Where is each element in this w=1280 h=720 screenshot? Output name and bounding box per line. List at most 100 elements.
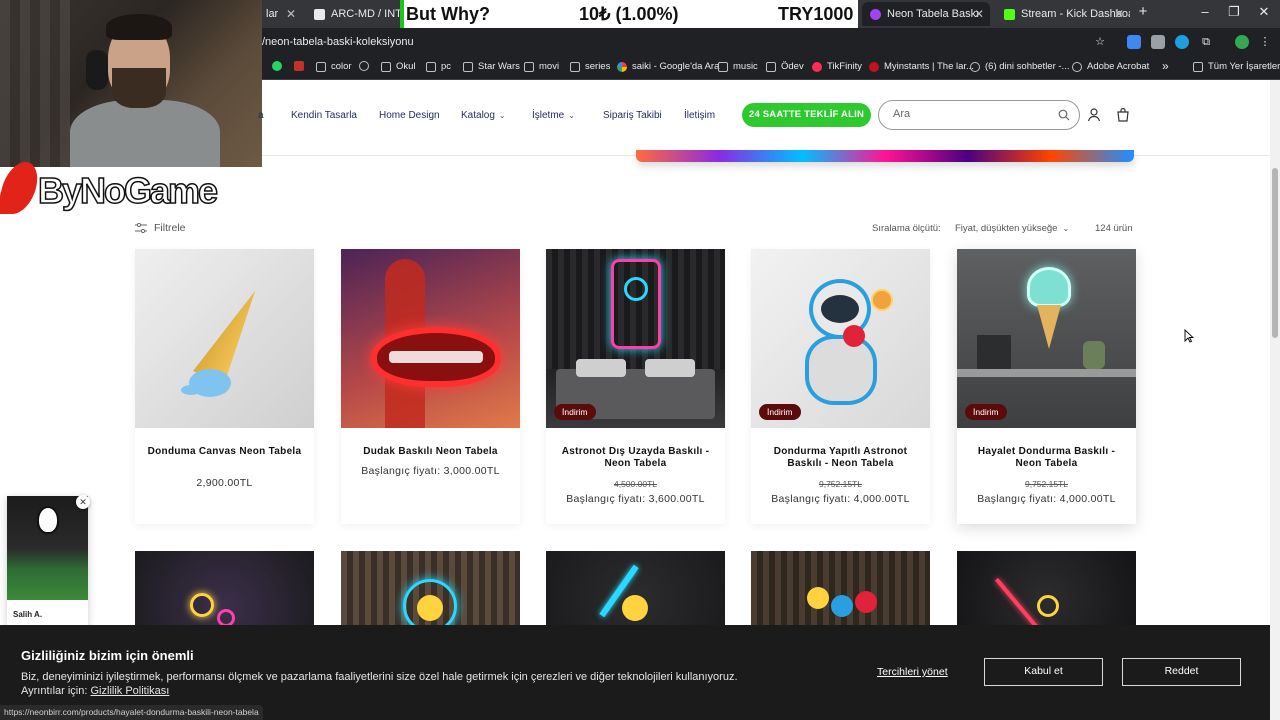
webcam-overlay xyxy=(0,0,262,167)
product-card[interactable] xyxy=(546,551,725,631)
page-scrollbar[interactable] xyxy=(1270,80,1280,720)
close-tab-icon[interactable]: ✕ xyxy=(286,7,296,21)
bookmark-pc[interactable]: pc xyxy=(426,61,451,72)
bookmark-star-wars[interactable]: Star Wars xyxy=(463,61,520,72)
bookmark-star-icon[interactable]: ☆ xyxy=(1093,35,1107,49)
product-title[interactable]: Hayalet Dondurma Baskılı - Neon Tabela xyxy=(967,446,1126,470)
whatsapp-bookmark[interactable] xyxy=(272,61,287,71)
product-title[interactable]: Donduma Canvas Neon Tabela xyxy=(145,446,304,458)
neon-helmet xyxy=(624,277,648,301)
product-image[interactable] xyxy=(135,249,314,428)
search-box[interactable] xyxy=(878,100,1080,130)
purchase-notification[interactable]: Salih A. xyxy=(7,496,88,626)
nav-item-kendin-tasarla[interactable]: Kendin Tasarla xyxy=(291,110,357,121)
folder-icon xyxy=(463,61,473,72)
nav-item-katalog[interactable]: Katalog ⌄ xyxy=(461,110,506,121)
nav-item-iletisim[interactable]: İletişim xyxy=(684,110,715,121)
neon-billiard-ball xyxy=(190,593,214,617)
neon-astronaut xyxy=(611,259,661,349)
bookmark-movi[interactable]: movi xyxy=(524,61,559,72)
new-tab-button[interactable]: + xyxy=(1131,3,1155,20)
product-image[interactable]: İndirim xyxy=(751,249,930,428)
accept-cookies-button[interactable]: Kabul et xyxy=(984,658,1103,686)
tab-neon-tabela[interactable]: Neon Tabela Baskı Koleksi ✕ xyxy=(862,2,990,26)
translate-icon[interactable] xyxy=(1127,35,1141,49)
get-quote-button[interactable]: 24 SAATTE TEKLİF ALIN xyxy=(742,103,871,127)
search-input[interactable] xyxy=(893,108,1043,120)
bookmark-google-search[interactable]: saiki - Google'da Ara xyxy=(617,61,719,72)
bookmark-globe[interactable] xyxy=(359,61,374,71)
monitor xyxy=(977,335,1011,369)
product-card[interactable]: İndirim Dondurma Yapıtlı Astronot Baskıl… xyxy=(751,249,930,524)
cart-icon[interactable] xyxy=(1115,107,1131,123)
nav-item-siparis-takibi[interactable]: Sipariş Takibi xyxy=(603,110,662,121)
url-field[interactable]: /neon-tabela-baski-koleksiyonu xyxy=(262,36,414,48)
nav-item-isletme[interactable]: İşletme ⌄ xyxy=(532,110,575,121)
sort-select[interactable]: Fiyat, düşükten yükseğe ⌄ xyxy=(955,223,1069,234)
bookmark-tikfinity[interactable]: TikFinity xyxy=(812,61,862,72)
close-notification-icon[interactable]: ✕ xyxy=(76,495,90,509)
manage-preferences-link[interactable]: Tercihleri yönet xyxy=(877,666,948,678)
close-tab-icon[interactable]: ✕ xyxy=(1114,7,1124,21)
product-title[interactable]: Astronot Dış Uzayda Baskılı - Neon Tabel… xyxy=(556,446,715,470)
more-bookmarks-button[interactable]: » xyxy=(1162,59,1169,73)
product-card[interactable]: Donduma Canvas Neon Tabela 2,900.00TL xyxy=(135,249,314,524)
privacy-policy-link[interactable]: Gizlilik Politikası xyxy=(91,685,170,697)
kick-icon xyxy=(1004,8,1015,20)
product-card[interactable] xyxy=(751,551,930,631)
tab-kick-dashboard[interactable]: Stream - Kick Dashboard ✕ xyxy=(996,2,1130,26)
webcam-background xyxy=(0,0,70,167)
minimize-icon[interactable]: – xyxy=(1193,4,1217,19)
filter-button[interactable]: Filtrele xyxy=(135,222,186,234)
bookmark-okul[interactable]: Okul xyxy=(381,61,416,72)
all-bookmarks[interactable]: Tüm Yer İşaretleri xyxy=(1193,61,1280,72)
bookmark-color[interactable]: color xyxy=(316,61,352,72)
bookmark-myinstants[interactable]: Myinstants | The lar... xyxy=(869,61,974,72)
reject-cookies-button[interactable]: Reddet xyxy=(1122,658,1241,686)
bookmark-series[interactable]: series xyxy=(570,61,610,72)
product-image[interactable] xyxy=(341,249,520,428)
product-title[interactable]: Dondurma Yapıtlı Astronot Baskılı - Neon… xyxy=(761,446,920,470)
product-card[interactable] xyxy=(957,551,1136,631)
product-card[interactable] xyxy=(135,551,314,631)
filter-sort-bar: Filtrele Sıralama ölçütü: Fiyat, düşükte… xyxy=(135,220,1135,240)
product-title[interactable]: Dudak Baskılı Neon Tabela xyxy=(351,446,510,458)
scrollbar-thumb[interactable] xyxy=(1272,168,1278,338)
close-tab-icon[interactable]: ✕ xyxy=(974,7,984,21)
nav-item-partial[interactable]: a xyxy=(258,110,264,121)
folder-icon xyxy=(381,61,391,72)
tab-arc-md[interactable]: ARC-MD / INTEL Cor xyxy=(306,2,400,26)
bookmark-red[interactable] xyxy=(294,61,309,71)
puzzle-icon[interactable]: ⧉ xyxy=(1199,35,1213,49)
profile-avatar-icon[interactable] xyxy=(1235,35,1249,49)
maximize-icon[interactable]: ❐ xyxy=(1222,4,1246,20)
close-window-icon[interactable]: ✕ xyxy=(1252,4,1276,20)
sale-badge: İndirim xyxy=(965,404,1007,420)
planet xyxy=(871,289,893,311)
tab-partial[interactable]: lar ✕ xyxy=(258,2,302,26)
product-card[interactable]: İndirim Astronot Dış Uzayda Baskılı - Ne… xyxy=(546,249,725,524)
tab-label: lar xyxy=(266,8,279,20)
bookmark-odev[interactable]: Ödev xyxy=(766,61,804,72)
extension-icon[interactable] xyxy=(1151,35,1165,49)
status-bar-url: https://neonbirr.com/products/hayalet-do… xyxy=(0,705,263,720)
product-card[interactable] xyxy=(341,551,520,631)
product-card[interactable]: Dudak Baskılı Neon Tabela Başlangıç fiya… xyxy=(341,249,520,524)
cookie-text: Biz, deneyiminizi iyileştirmek, performa… xyxy=(21,671,738,697)
account-icon[interactable] xyxy=(1086,107,1102,123)
app-icon xyxy=(294,61,304,71)
pillow xyxy=(645,359,695,377)
nav-item-home-design[interactable]: Home Design xyxy=(379,110,440,121)
extension-icon[interactable] xyxy=(1175,35,1189,49)
bookmark-dini-sohbetler[interactable]: (6) dini sohbetler -... xyxy=(970,61,1069,72)
bookmark-adobe-acrobat[interactable]: Adobe Acrobat xyxy=(1072,61,1149,72)
product-price: Başlangıç fiyatı: 3,600.00TL xyxy=(566,493,705,505)
bookmark-music[interactable]: music xyxy=(718,61,758,72)
store-header: a Kendin Tasarla Home Design Katalog ⌄ İş… xyxy=(258,80,1270,156)
search-icon[interactable] xyxy=(1058,109,1070,121)
product-image[interactable]: İndirim xyxy=(546,249,725,428)
menu-dots-icon[interactable]: ⋮ xyxy=(1258,35,1272,49)
ice-cream-drip xyxy=(181,385,201,395)
product-card[interactable]: İndirim Hayalet Dondurma Baskılı - Neon … xyxy=(957,249,1136,524)
product-image[interactable]: İndirim xyxy=(957,249,1136,428)
